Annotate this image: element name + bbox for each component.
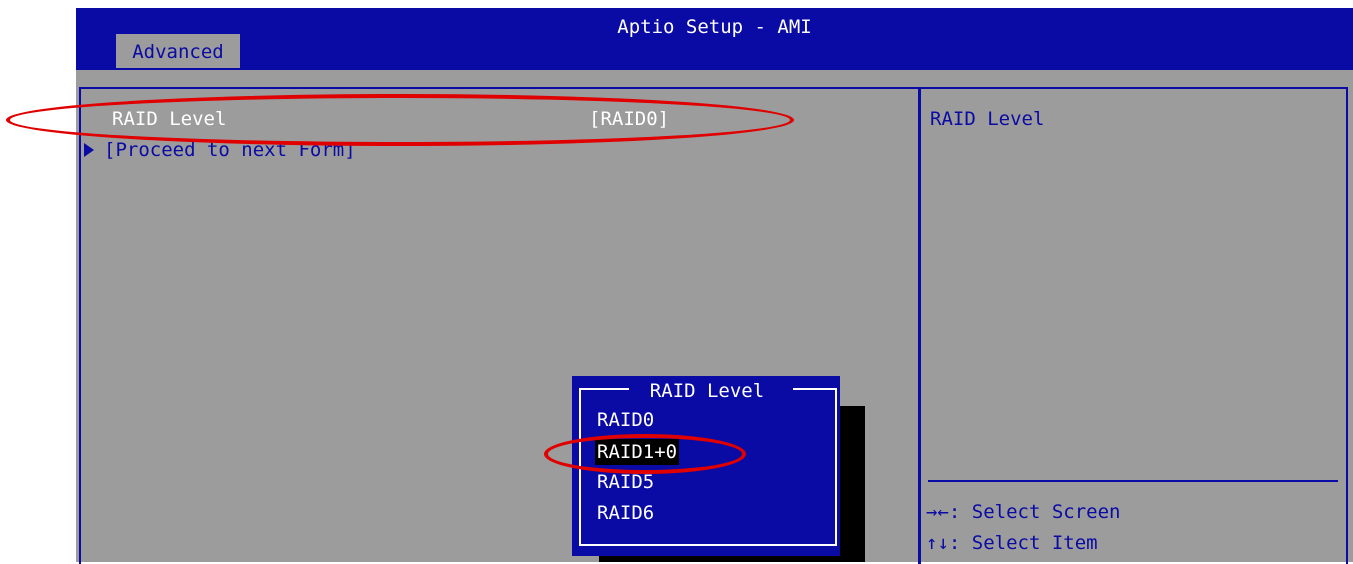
key-hint-select-item: ↑↓: Select Item <box>926 532 1098 554</box>
option-raid6[interactable]: RAID6 <box>597 500 654 526</box>
tab-advanced[interactable]: Advanced <box>116 34 240 68</box>
top-margin <box>0 0 1353 8</box>
help-panel <box>919 87 1348 564</box>
popup-title: RAID Level <box>649 380 765 402</box>
arrows-left-right-icon: →←: <box>926 501 961 523</box>
option-raid1-0[interactable]: RAID1+0 <box>595 439 680 465</box>
proceed-next-form-link[interactable]: [Proceed to next Form] <box>104 139 356 161</box>
submenu-arrow-icon <box>84 143 94 157</box>
key-hint-action: Select Screen <box>971 501 1121 523</box>
option-raid5[interactable]: RAID5 <box>597 469 654 495</box>
title-bar: Aptio Setup - AMI <box>76 8 1353 70</box>
raid-level-label[interactable]: RAID Level <box>112 108 226 130</box>
key-hint-action: Select Item <box>971 532 1098 554</box>
raid-level-value[interactable]: [RAID0] <box>589 108 669 130</box>
arrows-up-down-icon: ↑↓: <box>926 532 961 554</box>
key-hint-select-screen: →←: Select Screen <box>926 501 1121 523</box>
help-text: RAID Level <box>930 108 1045 130</box>
help-divider <box>928 480 1338 482</box>
app-title: Aptio Setup - AMI <box>617 16 812 38</box>
option-raid0[interactable]: RAID0 <box>597 407 654 433</box>
